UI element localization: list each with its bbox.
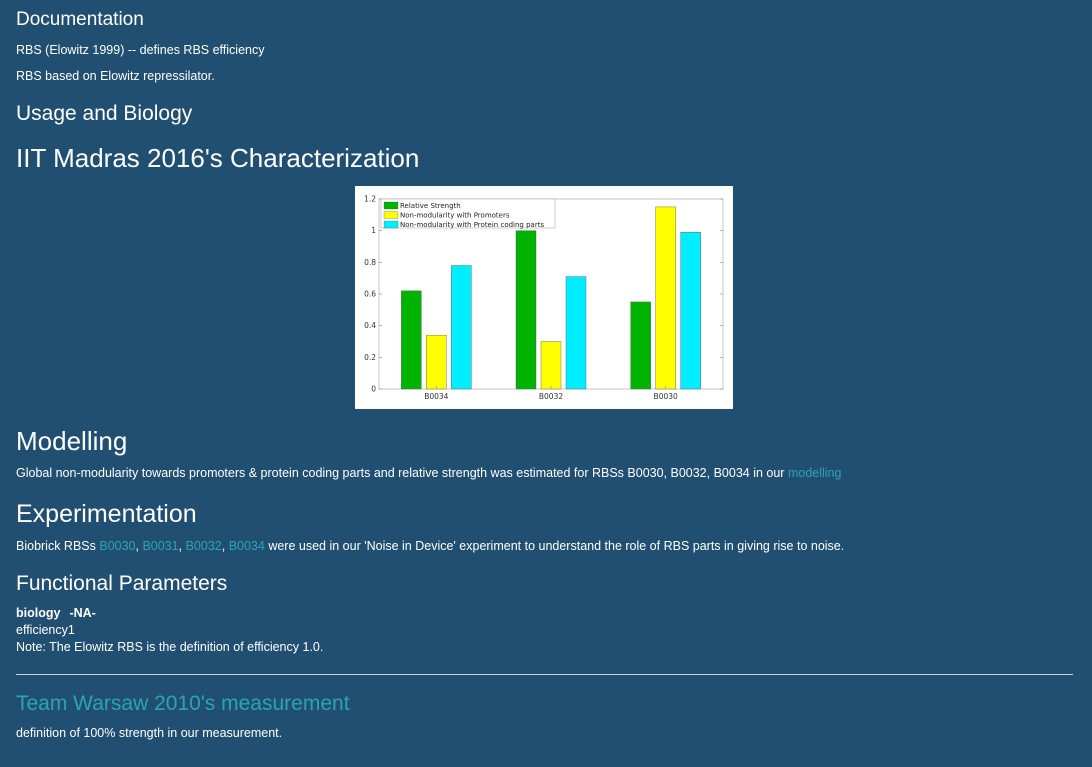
modelling-heading: Modelling: [16, 426, 128, 456]
efficiency-note: Note: The Elowitz RBS is the definition …: [16, 640, 324, 654]
legend-swatch: [383, 201, 399, 210]
y-tick-label: 0: [371, 385, 376, 394]
legend-swatch: [383, 211, 399, 219]
efficiency-row: efficiency1: [16, 623, 75, 637]
bar-non-modularity-with-promoters-b0030: [655, 206, 676, 390]
chart-svg: 0 0.2 0.4 0.6 0.8 1 1.2 B0034 B0032 B0030 Relati…: [364, 195, 724, 401]
legend-swatch: [383, 220, 399, 229]
separator: ,: [178, 539, 186, 553]
usage-heading: Usage and Biology: [16, 102, 193, 125]
bar-non-modularity-with-promoters-b0034: [426, 334, 447, 390]
y-tick-label: 1.2: [364, 195, 376, 204]
biology-value: -NA-: [69, 606, 96, 620]
documentation-heading: Documentation: [16, 9, 144, 30]
documentation-line-2: RBS based on Elowitz repressilator.: [16, 69, 215, 83]
bar-non-modularity-with-protein-coding-parts-b0034: [451, 265, 472, 390]
bar-relative-strength-b0030: [630, 301, 651, 390]
modelling-link[interactable]: modelling: [788, 466, 842, 480]
characterization-chart: 0 0.2 0.4 0.6 0.8 1 1.2 B0034 B0032 B0030 Relati…: [355, 186, 733, 409]
separator: ,: [221, 539, 229, 553]
experimentation-paragraph: Biobrick RBSs B0030, B0031, B0032, B0034…: [16, 538, 844, 554]
legend-label: Non-modularity with Promoters: [400, 212, 510, 220]
y-tick-label: 1: [371, 226, 376, 235]
link-b0031[interactable]: B0031: [142, 539, 178, 553]
experimentation-heading: Experimentation: [16, 500, 197, 528]
modelling-text: Global non-modularity towards promoters …: [16, 466, 788, 480]
link-b0032[interactable]: B0032: [186, 539, 222, 553]
bar-non-modularity-with-promoters-b0032: [540, 341, 562, 390]
documentation-line-1: RBS (Elowitz 1999) -- defines RBS effici…: [16, 43, 265, 57]
page: Documentation RBS (Elowitz 1999) -- defi…: [0, 0, 1092, 767]
bar-non-modularity-with-protein-coding-parts-b0032: [565, 276, 587, 390]
warsaw-text: definition of 100% strength in our measu…: [16, 726, 283, 740]
experimentation-suffix: were used in our 'Noise in Device' exper…: [264, 539, 845, 553]
y-tick-label: 0.6: [364, 290, 376, 299]
link-b0034[interactable]: B0034: [229, 539, 265, 553]
bar-non-modularity-with-protein-coding-parts-b0030: [680, 232, 701, 390]
chart-bars: [401, 206, 701, 390]
chart-legend: Relative Strength Non-modularity with Pro…: [380, 198, 556, 229]
section-divider: [16, 674, 1073, 675]
x-tick-label: B0030: [654, 392, 678, 401]
warsaw-measurement-link[interactable]: Team Warsaw 2010's measurement: [16, 691, 350, 717]
bar-relative-strength-b0032: [515, 230, 537, 390]
functional-parameters-heading: Functional Parameters: [16, 572, 228, 595]
bar-relative-strength-b0034: [401, 290, 422, 390]
x-tick-label: B0034: [424, 392, 448, 401]
link-b0030[interactable]: B0030: [99, 539, 135, 553]
characterization-heading: IIT Madras 2016's Characterization: [16, 143, 420, 173]
y-tick-label: 0.2: [364, 353, 376, 362]
y-tick-label: 0.4: [364, 321, 376, 330]
experimentation-prefix: Biobrick RBSs: [16, 539, 100, 553]
biology-label: biology: [16, 606, 61, 620]
biology-row: biology -NA-: [16, 605, 96, 621]
y-tick-label: 0.8: [364, 258, 376, 267]
legend-label: Relative Strength: [400, 202, 461, 210]
modelling-paragraph: Global non-modularity towards promoters …: [16, 465, 841, 481]
x-tick-label: B0032: [539, 392, 563, 401]
legend-label: Non-modularity with Protein coding parts: [400, 221, 544, 229]
